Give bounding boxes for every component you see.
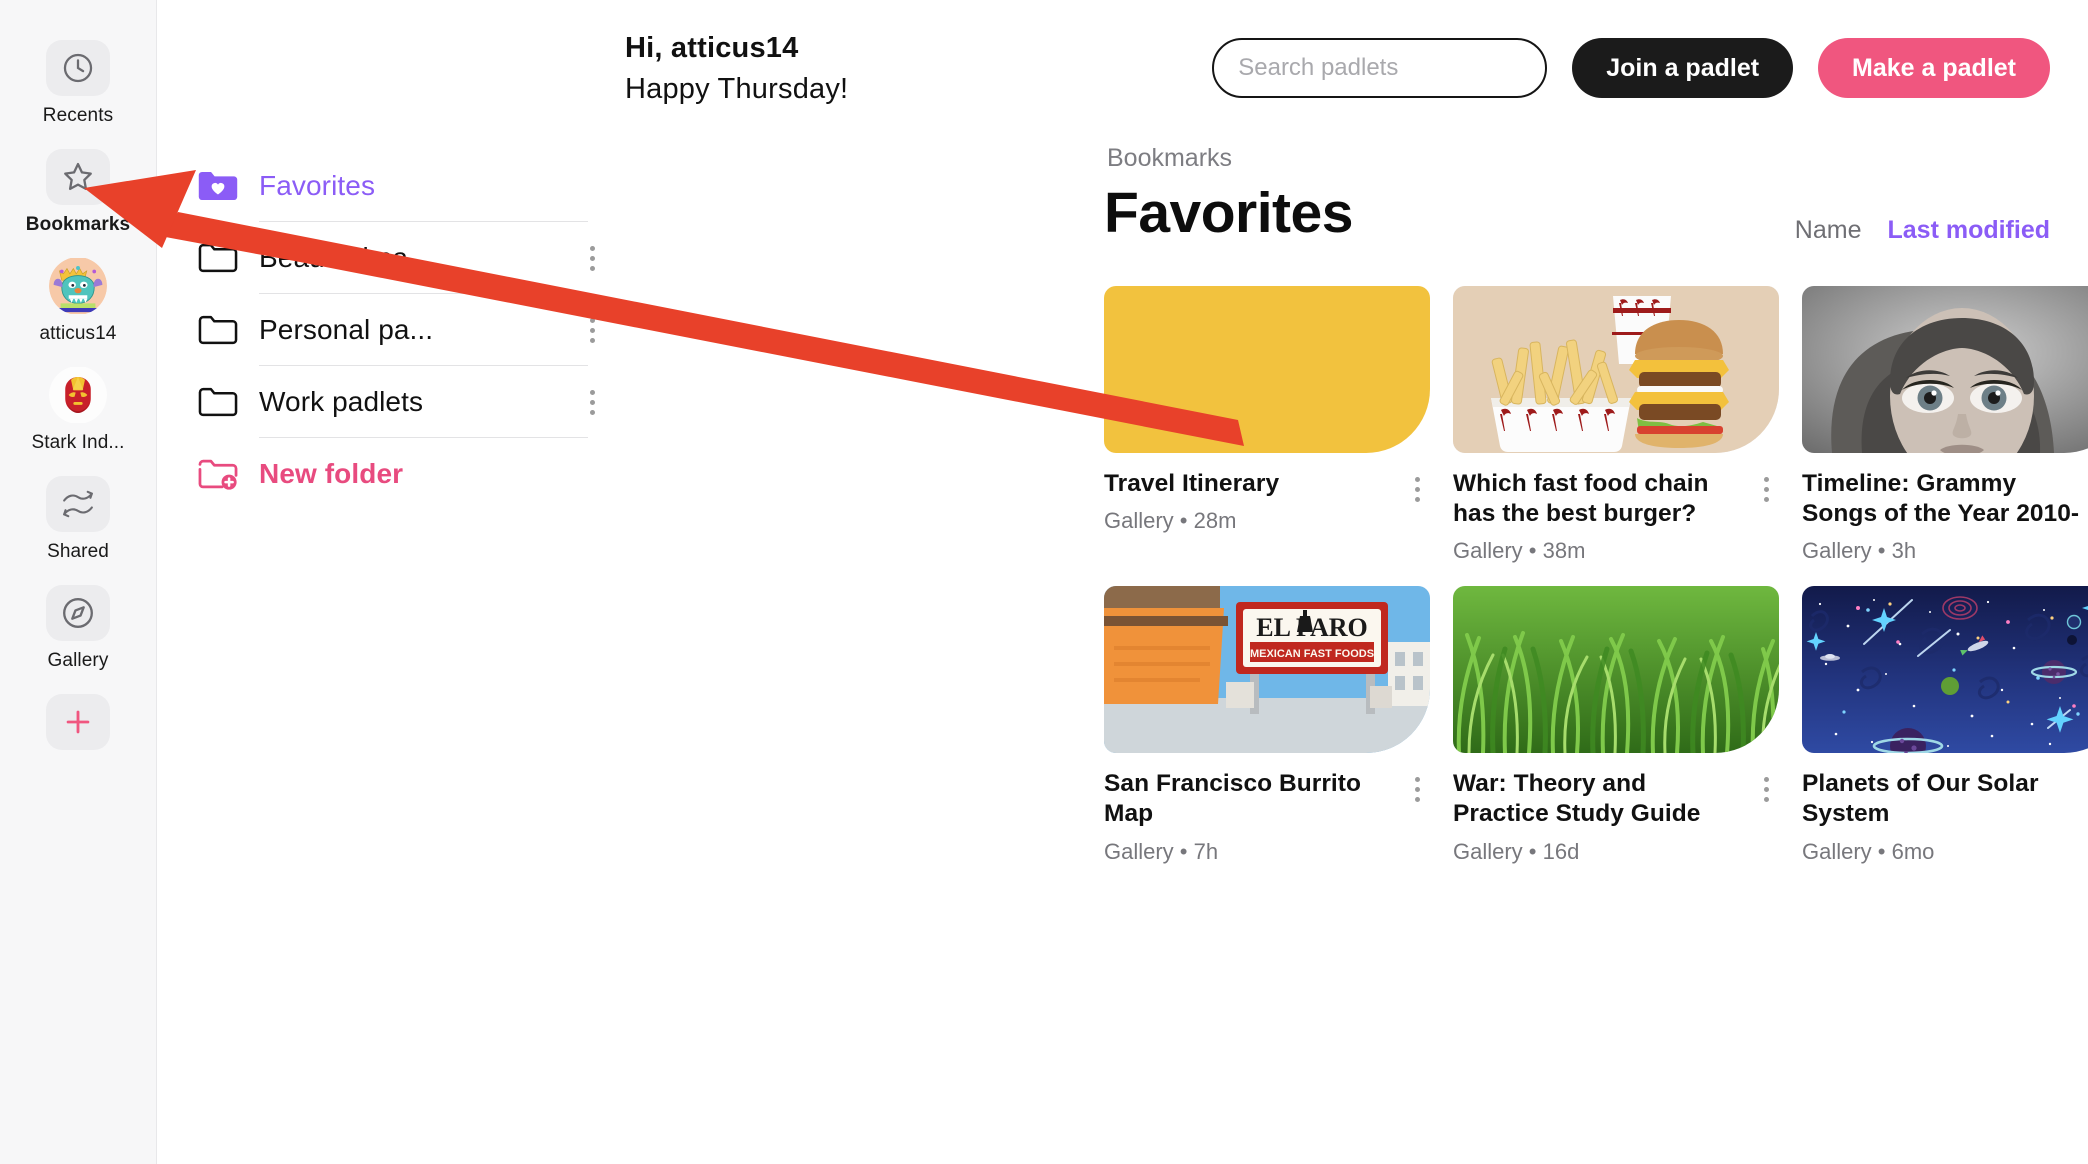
rail-item-atticus14[interactable]: atticus14: [0, 258, 156, 345]
clock-icon: [46, 40, 110, 96]
padlet-meta: Gallery • 16d: [1453, 838, 1580, 864]
search-box[interactable]: [1212, 38, 1548, 98]
rail-label-shared: Shared: [47, 541, 109, 562]
plus-icon: [46, 694, 110, 750]
folder-kebab-work-padlets[interactable]: [572, 387, 612, 417]
padlet-thumbnail-war-study-guide[interactable]: [1453, 586, 1779, 754]
padlet-thumbnail-travel-itinerary[interactable]: [1104, 286, 1430, 453]
padlet-card-fast-food-burger[interactable]: Which fast food chain has the best burge…: [1453, 286, 1779, 564]
shared-icon: [46, 476, 110, 532]
breadcrumb[interactable]: Bookmarks: [1107, 144, 1232, 173]
folder-name-beautiful-padlets: Beautiful pa...: [259, 242, 432, 273]
padlet-title: Planets of Our Solar System: [1802, 770, 2039, 828]
folder-icon: [197, 385, 259, 419]
greeting-block: Hi, atticus14 Happy Thursday!: [625, 32, 848, 106]
padlet-thumbnail-grammy-timeline[interactable]: [1802, 286, 2088, 453]
rail-item-stark-industries[interactable]: Stark Ind...: [0, 367, 156, 454]
folder-plus-icon: [197, 457, 259, 491]
rail-label-atticus14: atticus14: [39, 323, 117, 344]
padlet-card-travel-itinerary[interactable]: Travel Itinerary Gallery • 28m: [1104, 286, 1430, 564]
padlet-meta: Gallery • 3h: [1802, 538, 1917, 564]
rail-label-recents: Recents: [42, 105, 114, 126]
padlet-card-burrito-map[interactable]: EL FARO MEXICAN FAST FOODS San Francisco…: [1104, 586, 1430, 864]
svg-text:MEXICAN FAST FOODS: MEXICAN FAST FOODS: [1250, 648, 1374, 660]
padlet-kebab-menu[interactable]: [1404, 769, 1430, 804]
padlet-card-grammy-timeline[interactable]: Timeline: Grammy Songs of the Year 2010-…: [1802, 286, 2088, 564]
rail-label-stark-industries: Stark Ind...: [31, 432, 125, 453]
padlet-meta: Gallery • 7h: [1104, 838, 1219, 864]
folder-list: Favorites Beautiful pa... Personal pa...…: [157, 0, 612, 1164]
padlet-card-planets-solar-system[interactable]: Planets of Our Solar System Gallery • 6m…: [1802, 586, 2088, 864]
padlet-meta: Gallery • 6mo: [1802, 838, 1935, 864]
folder-row-favorites[interactable]: Favorites: [197, 150, 612, 222]
search-input[interactable]: [1238, 54, 1522, 82]
sort-option-name[interactable]: Name: [1795, 216, 1862, 245]
padlet-title: Travel Itinerary: [1104, 470, 1280, 497]
folder-row-personal-padlets[interactable]: Personal pa...: [197, 294, 612, 366]
padlet-card-war-study-guide[interactable]: War: Theory and Practice Study Guide Gal…: [1453, 586, 1779, 864]
folder-name-favorites: Favorites: [259, 170, 376, 201]
folder-row-new-folder[interactable]: New folder: [197, 438, 612, 510]
greeting-day: Happy Thursday!: [625, 73, 849, 105]
star-icon: [46, 149, 110, 205]
padlet-meta: Gallery • 28m: [1104, 508, 1237, 534]
padlet-title: War: Theory and Practice Study Guide: [1453, 770, 1701, 828]
page-title: Favorites: [1104, 181, 1353, 245]
folder-heart-icon: [197, 169, 259, 203]
main-content: Hi, atticus14 Happy Thursday! Join a pad…: [612, 0, 2088, 1164]
padlet-dashboard: Recents Bookmarks atticus14 Stark Ind...…: [0, 0, 2088, 1164]
padlet-meta: Gallery • 38m: [1453, 538, 1586, 564]
folder-icon: [197, 241, 259, 275]
padlet-title: Timeline: Grammy Songs of the Year 2010-: [1802, 470, 2080, 528]
rail-label-gallery: Gallery: [47, 650, 109, 671]
left-rail: Recents Bookmarks atticus14 Stark Ind...…: [0, 0, 157, 1164]
rail-item-recents[interactable]: Recents: [0, 40, 156, 127]
top-bar: Join a padlet Make a padlet: [1212, 38, 2050, 98]
folder-icon: [197, 313, 259, 347]
rail-label-bookmarks: Bookmarks: [25, 214, 131, 235]
folder-name-new-folder: New folder: [259, 458, 404, 489]
gallery-compass-icon: [46, 585, 110, 641]
padlet-kebab-menu[interactable]: [1404, 469, 1430, 504]
folder-name-personal-padlets: Personal pa...: [259, 314, 434, 345]
folder-kebab-beautiful-padlets[interactable]: [572, 243, 612, 273]
folder-row-work-padlets[interactable]: Work padlets: [197, 366, 612, 438]
sort-option-last-modified[interactable]: Last modified: [1887, 216, 2050, 245]
avatar-ironman-icon: [46, 367, 110, 423]
padlet-title: Which fast food chain has the best burge…: [1453, 470, 1709, 528]
rail-item-shared[interactable]: Shared: [0, 476, 156, 563]
sort-controls: Name Last modified: [1795, 216, 2050, 245]
greeting-hi: Hi, atticus14: [625, 32, 799, 64]
folder-kebab-personal-padlets[interactable]: [572, 315, 612, 345]
rail-item-add[interactable]: [0, 694, 156, 750]
padlet-kebab-menu[interactable]: [1753, 469, 1779, 504]
padlet-grid: Travel Itinerary Gallery • 28m Which fas…: [1104, 286, 2088, 865]
join-padlet-button[interactable]: Join a padlet: [1572, 38, 1794, 98]
padlet-kebab-menu[interactable]: [1753, 769, 1779, 804]
padlet-thumbnail-burrito-map[interactable]: EL FARO MEXICAN FAST FOODS: [1104, 586, 1430, 754]
padlet-thumbnail-planets-solar-system[interactable]: [1802, 586, 2088, 754]
rail-item-gallery[interactable]: Gallery: [0, 585, 156, 672]
folder-row-beautiful-padlets[interactable]: Beautiful pa...: [197, 222, 612, 294]
padlet-title: San Francisco Burrito Map: [1104, 770, 1361, 828]
padlet-thumbnail-fast-food-burger[interactable]: [1453, 286, 1779, 453]
folder-name-work-padlets: Work padlets: [259, 386, 424, 417]
make-padlet-button[interactable]: Make a padlet: [1818, 38, 2050, 98]
avatar-monster-icon: [46, 258, 110, 314]
rail-item-bookmarks[interactable]: Bookmarks: [0, 149, 156, 236]
